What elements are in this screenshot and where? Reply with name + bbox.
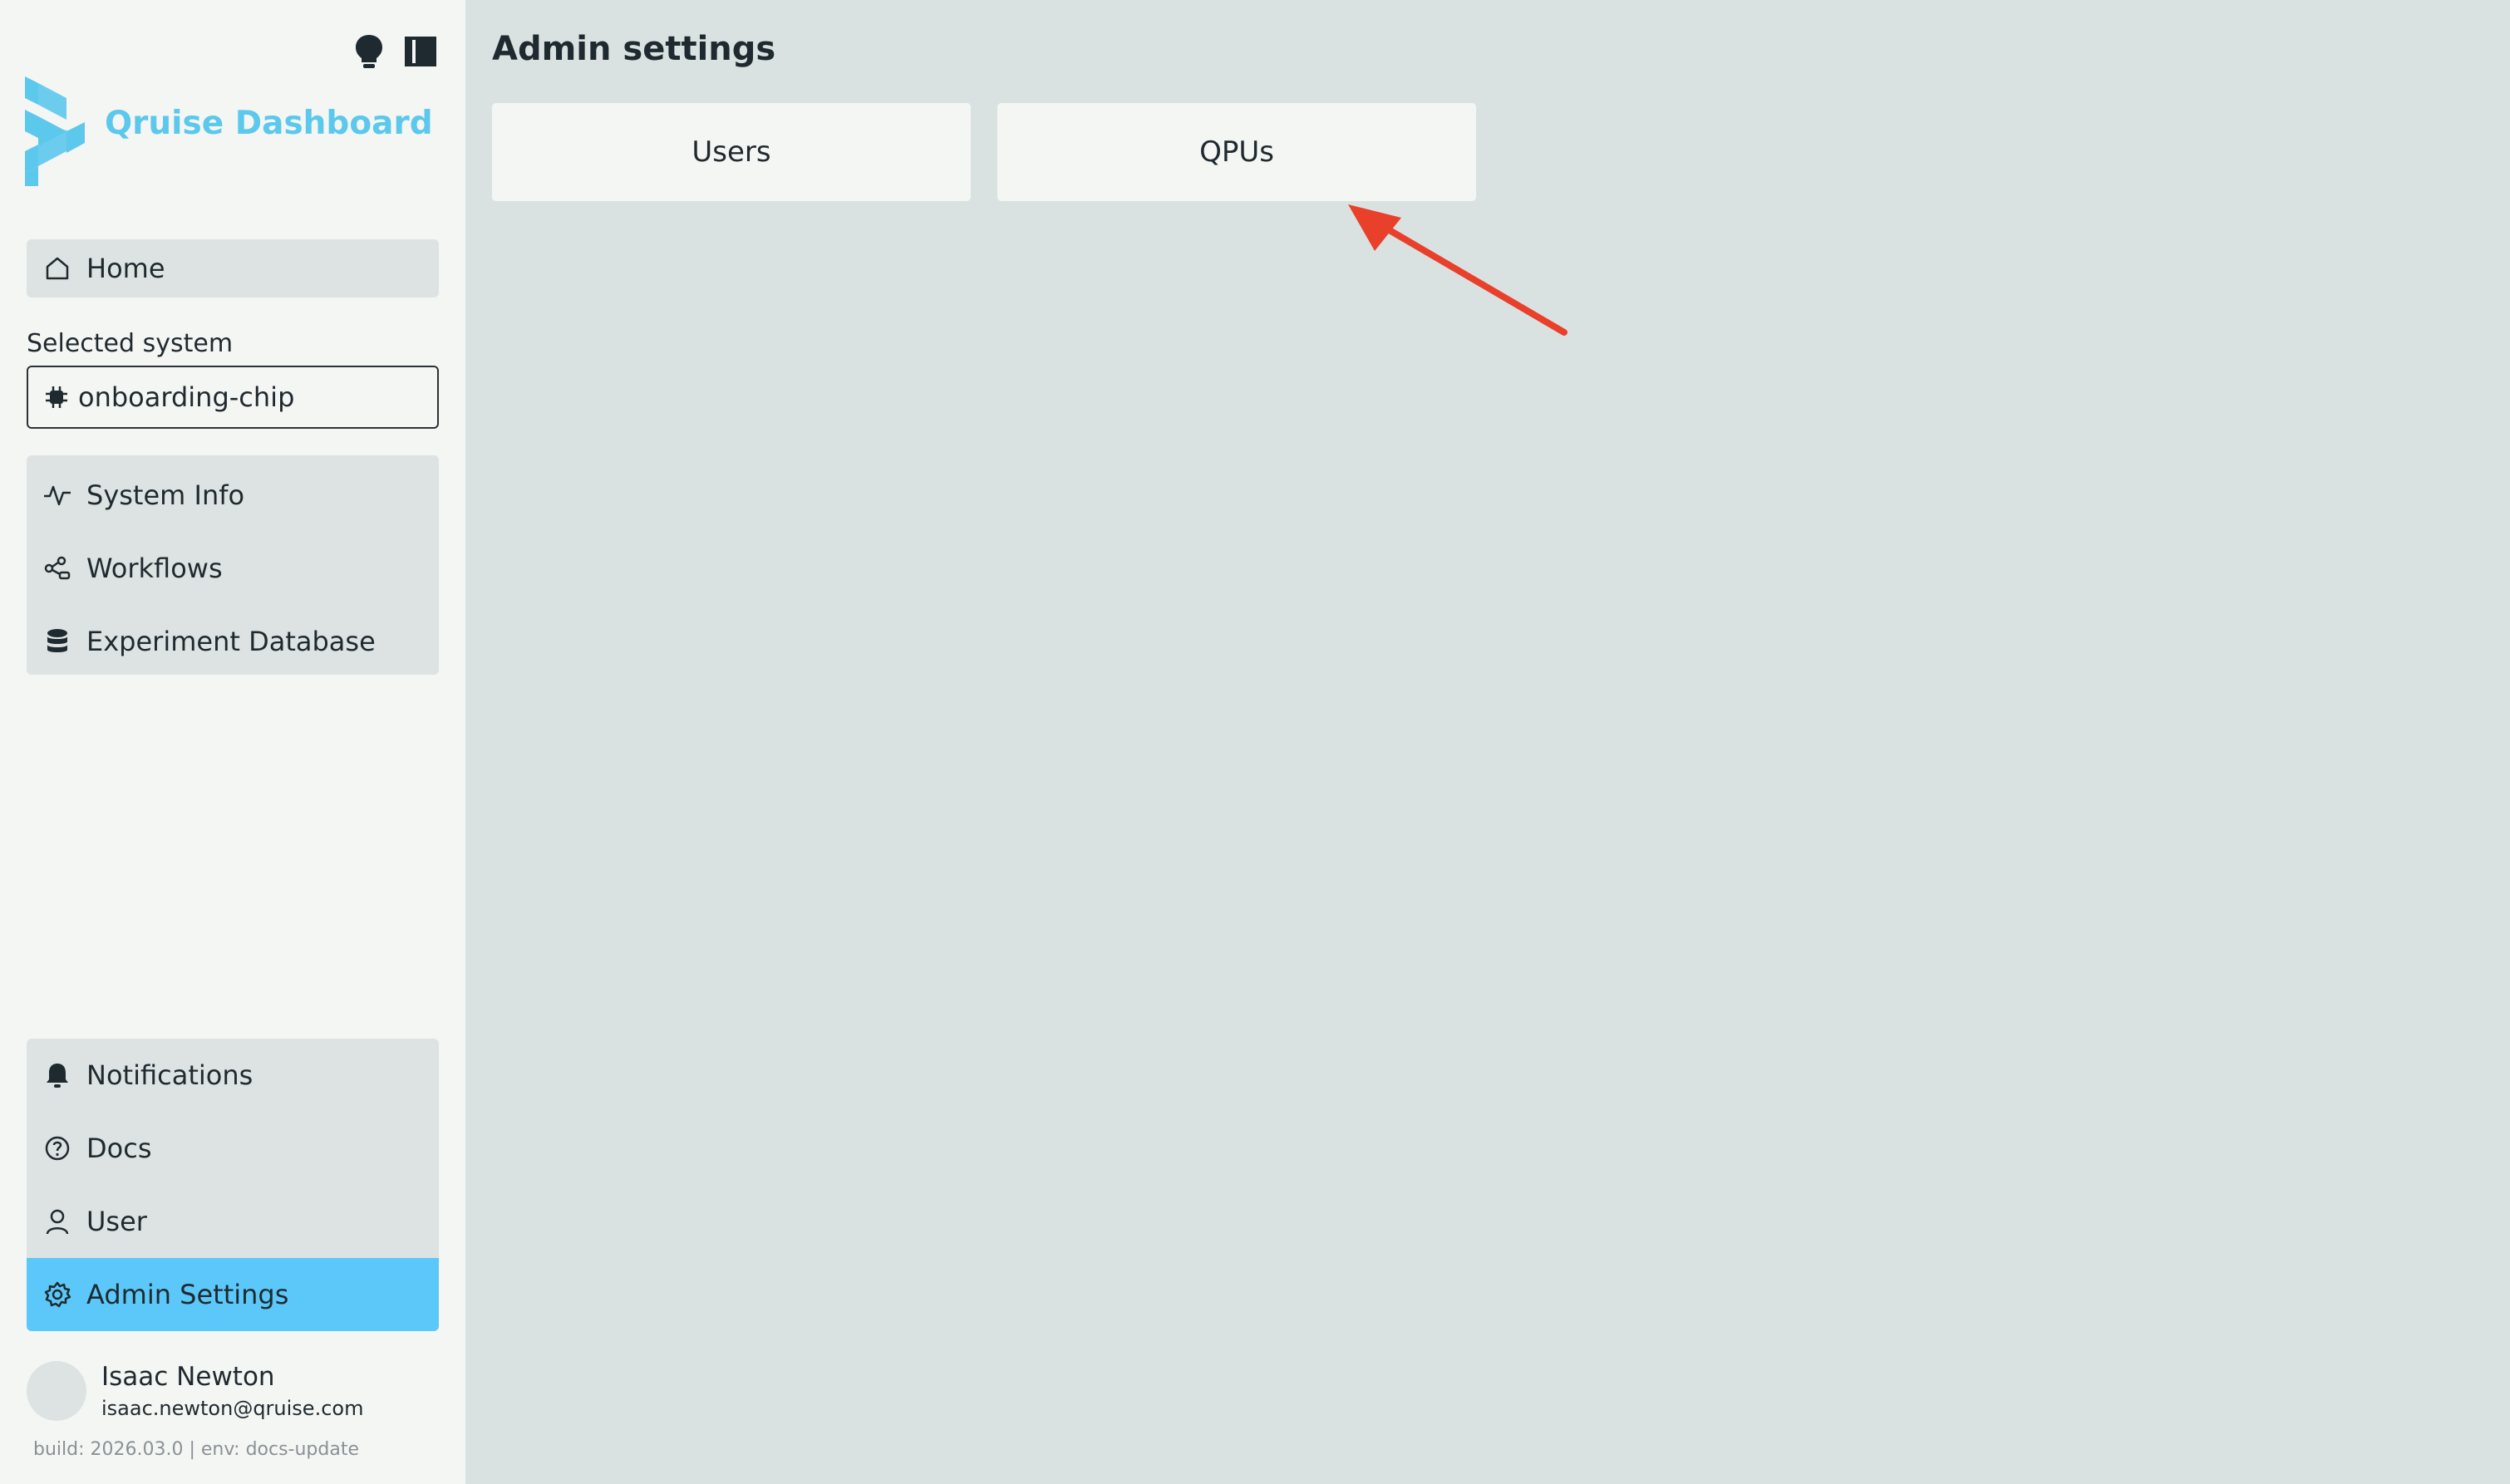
build-info: build: 2026.03.0 | env: docs-update (33, 1439, 360, 1460)
qpus-card-label: QPUs (1199, 135, 1274, 169)
gear-icon (43, 1280, 71, 1309)
app-root: Qruise Dashboard Home Selected system on… (0, 0, 2510, 1484)
users-card-button[interactable]: Users (492, 103, 971, 201)
page-title: Admin settings (492, 30, 776, 68)
lightbulb-icon[interactable] (351, 33, 387, 70)
system-nav: System Info Workflows Experiment Databas… (27, 455, 439, 675)
sidebar-item-experiment-database[interactable]: Experiment Database (27, 605, 439, 678)
selected-system-value: onboarding-chip (78, 381, 295, 413)
sidebar-item-label: Home (86, 253, 165, 284)
brand-title: Qruise Dashboard (105, 104, 433, 142)
help-circle-icon (43, 1134, 71, 1162)
sidebar-item-workflows[interactable]: Workflows (27, 532, 439, 605)
sidebar-item-home[interactable]: Home (27, 239, 439, 297)
sidebar-item-label: Docs (86, 1133, 152, 1164)
annotation-arrow (1348, 204, 1568, 336)
database-icon (43, 627, 71, 656)
chip-icon (45, 386, 68, 409)
bell-icon (43, 1061, 71, 1089)
sidebar-item-docs[interactable]: Docs (27, 1112, 439, 1185)
sidebar-item-label: Admin Settings (86, 1279, 289, 1310)
sidebar-item-system-info[interactable]: System Info (27, 459, 439, 532)
sidebar-item-label: User (86, 1206, 147, 1237)
sidebar-item-label: Experiment Database (86, 626, 376, 657)
bottom-nav: Notifications Docs User Admin Settings (27, 1039, 439, 1331)
sidebar-item-notifications[interactable]: Notifications (27, 1039, 439, 1112)
system-selector[interactable]: onboarding-chip (27, 366, 439, 429)
sidebar-item-label: System Info (86, 479, 245, 511)
sidebar-item-label: Notifications (86, 1059, 253, 1091)
user-icon (43, 1207, 71, 1236)
user-email: isaac.newton@qruise.com (101, 1397, 364, 1420)
qruise-logo-icon (25, 76, 85, 186)
sidebar: Qruise Dashboard Home Selected system on… (0, 0, 465, 1484)
user-profile[interactable]: Isaac Newton isaac.newton@qruise.com (27, 1361, 363, 1421)
users-card-label: Users (691, 135, 771, 169)
qpus-card-button[interactable]: QPUs (997, 103, 1476, 201)
user-name: Isaac Newton (101, 1362, 275, 1392)
avatar (27, 1361, 86, 1421)
selected-system-label: Selected system (27, 329, 234, 358)
sidebar-item-label: Workflows (86, 553, 223, 584)
sidebar-item-user[interactable]: User (27, 1185, 439, 1258)
sidebar-top-icons (351, 33, 439, 70)
activity-icon (43, 481, 71, 509)
sidebar-item-admin-settings[interactable]: Admin Settings (27, 1258, 439, 1331)
sidebar-toggle-icon[interactable] (402, 33, 439, 70)
brand[interactable]: Qruise Dashboard (25, 76, 433, 186)
main-content: Admin settings Users QPUs (465, 0, 2510, 1484)
user-info: Isaac Newton isaac.newton@qruise.com (101, 1362, 363, 1420)
workflow-icon (43, 554, 71, 582)
home-icon (43, 254, 71, 283)
home-nav: Home (27, 239, 439, 297)
